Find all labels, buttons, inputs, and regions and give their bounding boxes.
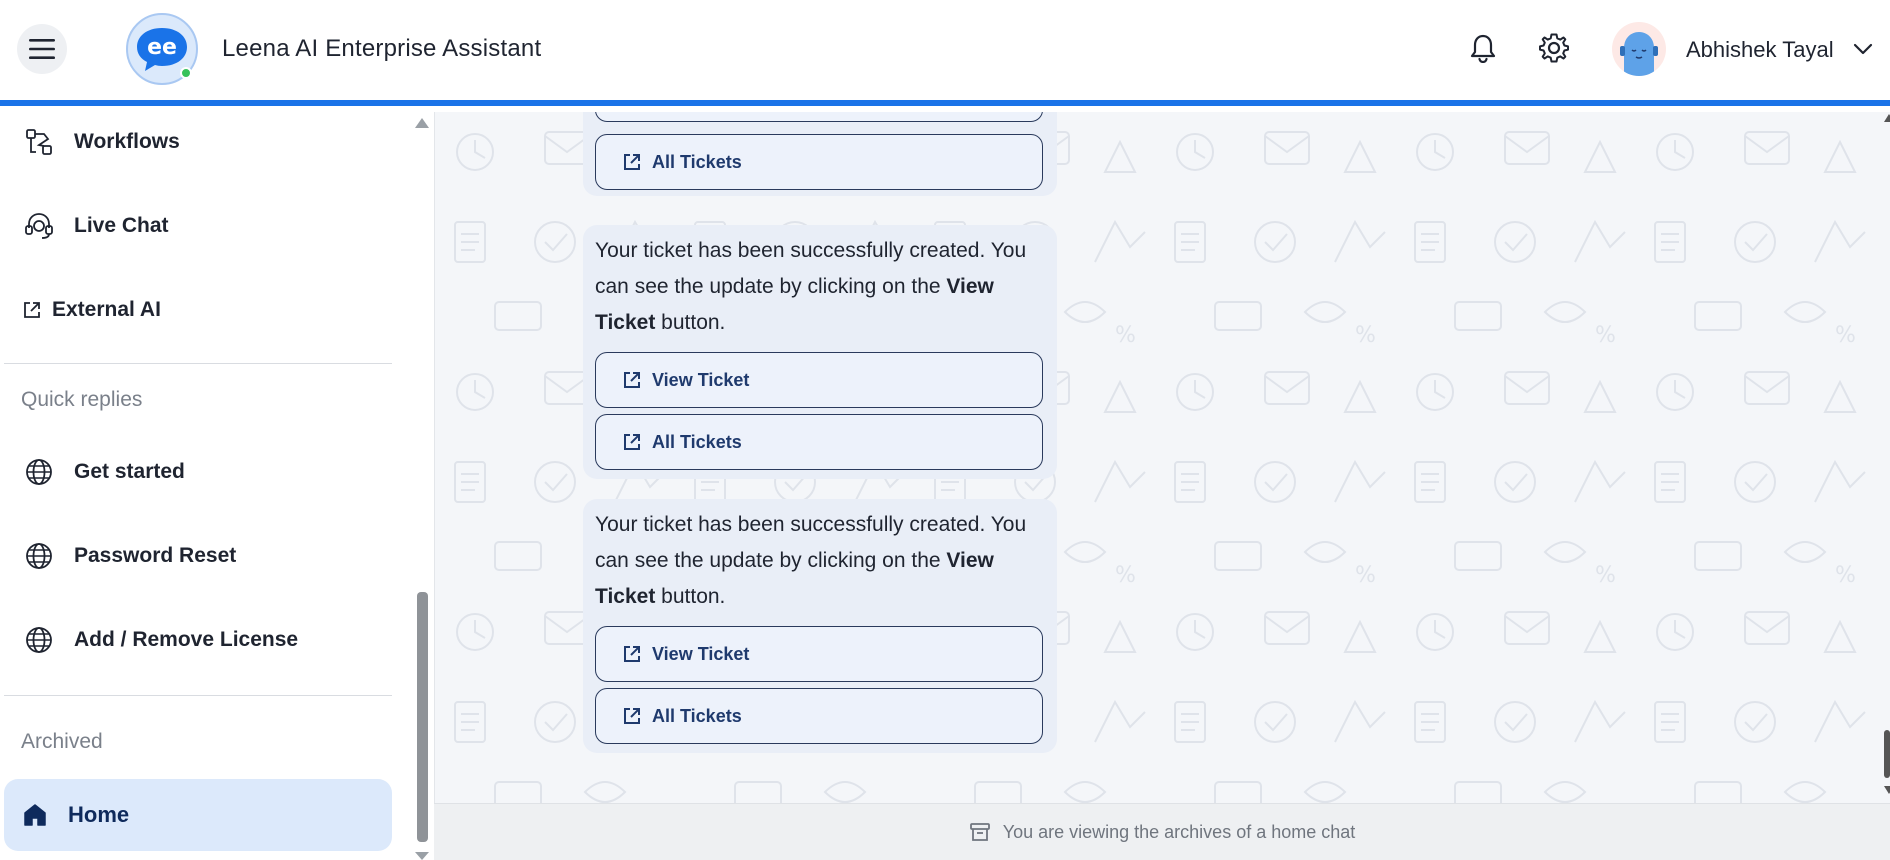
button-label: All Tickets: [652, 151, 742, 172]
quick-replies-heading: Quick replies: [21, 388, 143, 411]
svg-text:ee: ee: [147, 35, 177, 60]
chat-message-bubble: Your ticket has been successfully create…: [583, 225, 1057, 479]
external-link-icon: [624, 434, 640, 450]
chat-message-text: Your ticket has been successfully create…: [595, 239, 1027, 334]
external-link-icon: [624, 646, 640, 662]
chat-message-text: Your ticket has been successfully create…: [595, 513, 1027, 608]
sidebar-item-workflows[interactable]: Workflows: [20, 117, 180, 167]
bell-icon: [1470, 34, 1496, 63]
hamburger-menu-button[interactable]: [17, 24, 67, 74]
external-link-icon: [624, 372, 640, 388]
gear-icon: [1539, 33, 1569, 63]
user-name[interactable]: Abhishek Tayal: [1686, 37, 1834, 63]
chat-bubble-logo-icon: ee: [137, 28, 187, 71]
chat-scroll-up-arrow-icon[interactable]: [1884, 114, 1890, 122]
quick-reply-get-started[interactable]: Get started: [20, 447, 185, 497]
app-header: ee Leena AI Enterprise Assistant Abhishe…: [0, 0, 1890, 106]
sidebar-scroll-thumb[interactable]: [417, 592, 428, 842]
external-link-icon: [20, 291, 44, 329]
quick-reply-password-reset[interactable]: Password Reset: [20, 531, 236, 581]
app-logo: ee: [126, 13, 198, 85]
chat-scroll-thumb[interactable]: [1884, 730, 1890, 778]
view-ticket-button[interactable]: View Ticket: [595, 352, 1043, 408]
chat-message-bubble: Your ticket has been successfully create…: [583, 499, 1057, 753]
chat-message-bubble: All Tickets: [583, 112, 1057, 196]
all-tickets-button[interactable]: All Tickets: [595, 414, 1043, 470]
scroll-up-arrow-icon[interactable]: [415, 118, 429, 128]
archived-heading: Archived: [21, 730, 103, 753]
sidebar-divider: [4, 695, 392, 696]
chevron-down-icon[interactable]: [1852, 38, 1874, 60]
sidebar-item-live-chat[interactable]: Live Chat: [20, 201, 169, 251]
archive-icon: [969, 823, 990, 841]
workflow-icon: [20, 123, 58, 161]
archive-notice-bar: You are viewing the archives of a home c…: [434, 803, 1890, 860]
all-tickets-button[interactable]: All Tickets: [595, 134, 1043, 190]
chat-scroll-down-arrow-icon[interactable]: [1884, 786, 1890, 794]
button-label: View Ticket: [652, 643, 750, 664]
settings-button[interactable]: [1537, 31, 1571, 65]
notifications-button[interactable]: [1466, 31, 1500, 65]
quick-reply-label: Get started: [74, 460, 185, 483]
hamburger-icon: [29, 39, 55, 59]
scroll-down-arrow-icon[interactable]: [415, 852, 429, 860]
chat-area: % All Tickets Your ticket has been succe…: [434, 112, 1890, 803]
view-ticket-button[interactable]: View Ticket: [595, 626, 1043, 682]
external-link-icon: [624, 708, 640, 724]
sidebar-divider: [4, 363, 392, 364]
button-label: View Ticket: [652, 369, 750, 390]
quick-reply-label: Password Reset: [74, 544, 237, 567]
headset-icon: [20, 207, 58, 245]
globe-icon: [20, 453, 58, 491]
external-link-icon: [624, 154, 640, 170]
app-title: Leena AI Enterprise Assistant: [222, 35, 542, 62]
globe-icon: [20, 621, 58, 659]
sidebar-item-label: External AI: [52, 298, 161, 321]
view-ticket-button[interactable]: [595, 112, 1043, 122]
all-tickets-button[interactable]: All Tickets: [595, 688, 1043, 744]
sidebar-item-home[interactable]: Home: [4, 779, 392, 851]
sidebar-item-external-ai[interactable]: External AI: [20, 285, 161, 335]
quick-reply-add-remove-license[interactable]: Add / Remove License: [20, 615, 298, 665]
button-label: All Tickets: [652, 705, 742, 726]
sidebar-item-label: Workflows: [74, 130, 180, 153]
sidebar: Workflows Live Chat External AI Quick re…: [0, 112, 432, 860]
quick-reply-label: Add / Remove License: [74, 628, 299, 651]
home-icon: [24, 804, 46, 826]
button-label: All Tickets: [652, 431, 742, 452]
online-status-dot: [180, 67, 192, 79]
user-avatar[interactable]: [1612, 22, 1666, 76]
sidebar-item-label: Live Chat: [74, 214, 169, 237]
home-label: Home: [68, 802, 130, 827]
globe-icon: [20, 537, 58, 575]
robot-avatar-icon: [1620, 32, 1658, 76]
archive-notice-text: You are viewing the archives of a home c…: [1002, 821, 1356, 842]
